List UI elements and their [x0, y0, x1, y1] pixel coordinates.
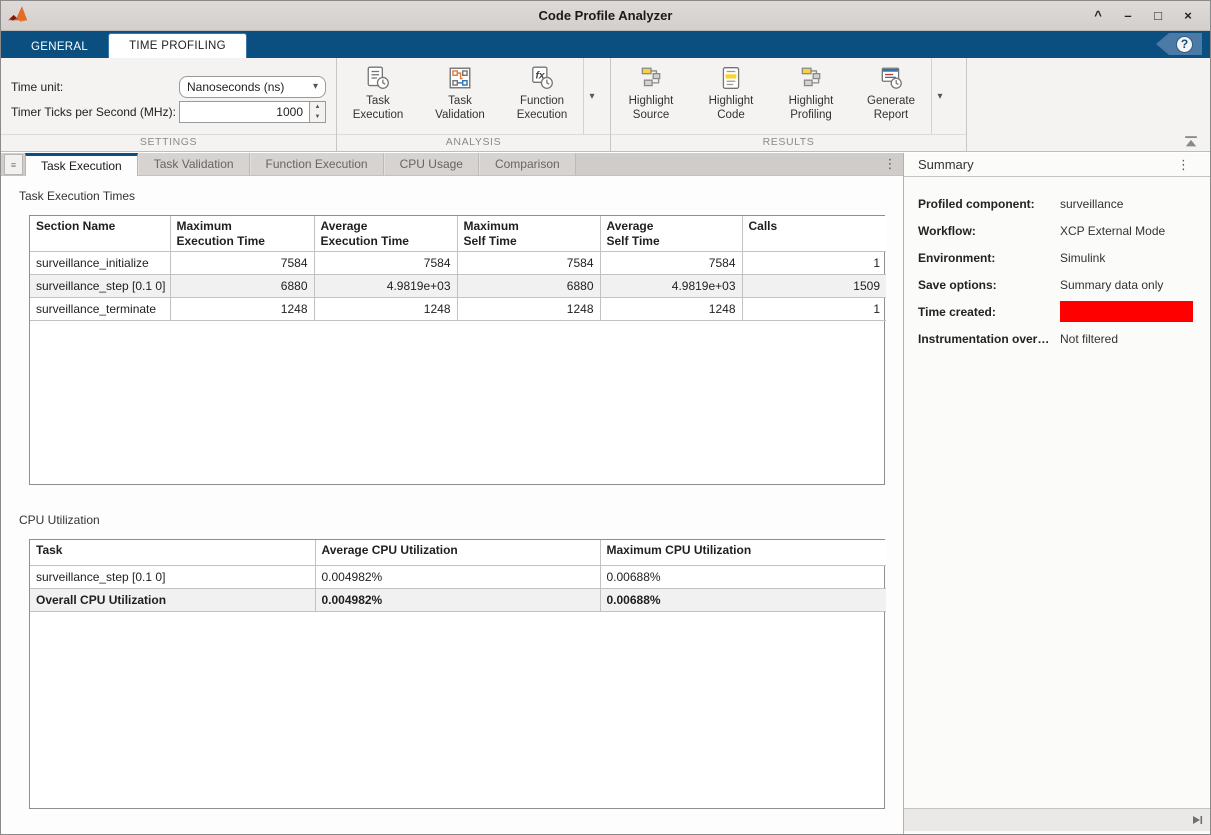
summary-panel: Summary ⋮ Profiled component: surveillan…	[904, 153, 1210, 835]
document-menu-kebab-icon[interactable]: ⋮	[877, 153, 903, 175]
task-validation-icon	[447, 65, 473, 91]
code-profile-analyzer-window: Code Profile Analyzer ^ – □ × GENERAL TI…	[0, 0, 1211, 835]
summary-field: Profiled component: surveillance	[904, 190, 1210, 217]
summary-scrollbar[interactable]	[904, 808, 1210, 831]
summary-field: Save options: Summary data only	[904, 271, 1210, 298]
tab-overflow-grip-icon[interactable]: ≡	[4, 154, 23, 175]
matlab-logo-icon	[6, 4, 33, 27]
section-results: HighlightSource HighlightCode	[611, 58, 967, 151]
task-execution-button[interactable]: TaskExecution	[337, 58, 419, 134]
expand-right-icon[interactable]	[1191, 814, 1203, 826]
highlight-code-button[interactable]: HighlightCode	[691, 58, 771, 134]
window-title: Code Profile Analyzer	[1, 8, 1210, 23]
chevron-up-icon[interactable]: ^	[1086, 5, 1110, 27]
timer-ticks-stepper: ▲ ▼	[310, 101, 326, 123]
document-tab-strip: ≡ Task Execution Task Validation Functio…	[1, 153, 903, 176]
highlight-profiling-button[interactable]: HighlightProfiling	[771, 58, 851, 134]
tab-time-profiling[interactable]: TIME PROFILING	[108, 33, 247, 58]
task-table-header-row: Section Name MaximumExecution Time Avera…	[30, 216, 886, 252]
timer-ticks-label: Timer Ticks per Second (MHz):	[11, 105, 179, 119]
task-execution-table: Section Name MaximumExecution Time Avera…	[29, 215, 885, 485]
generate-report-button[interactable]: GenerateReport	[851, 58, 931, 134]
section-analysis: TaskExecution TaskValidation	[337, 58, 611, 151]
overall-cpu-row[interactable]: Overall CPU Utilization 0.004982% 0.0068…	[30, 588, 886, 611]
chevron-down-icon: ▾	[937, 91, 942, 102]
cpu-utilization-table: Task Average CPU Utilization Maximum CPU…	[29, 539, 885, 809]
analysis-section-label: ANALYSIS	[337, 134, 610, 151]
table-row[interactable]: surveillance_initialize 7584 7584 7584 7…	[30, 252, 886, 275]
table-row[interactable]: surveillance_terminate 1248 1248 1248 12…	[30, 298, 886, 321]
task-validation-button[interactable]: TaskValidation	[419, 58, 501, 134]
analysis-gallery-arrow[interactable]: ▾	[583, 58, 600, 134]
section-settings: Time unit: Nanoseconds (ns) ▾ Timer Tick…	[1, 58, 337, 151]
doc-tab-task-validation[interactable]: Task Validation	[138, 153, 250, 175]
task-execution-icon	[365, 65, 391, 91]
doc-tab-function-execution[interactable]: Function Execution	[250, 153, 384, 175]
window-controls: ^ – □ ×	[1086, 5, 1210, 27]
spinner-down-icon[interactable]: ▼	[310, 112, 325, 122]
task-execution-times-heading: Task Execution Times	[19, 189, 903, 203]
summary-field: Environment: Simulink	[904, 244, 1210, 271]
title-bar: Code Profile Analyzer ^ – □ ×	[1, 1, 1210, 31]
summary-title: Summary	[904, 157, 974, 172]
cpu-table-header-row: Task Average CPU Utilization Maximum CPU…	[30, 540, 886, 565]
table-row[interactable]: surveillance_step [0.1 0] 0.004982% 0.00…	[30, 565, 886, 588]
highlight-source-icon	[638, 65, 664, 91]
help-button[interactable]: ?	[1156, 33, 1202, 55]
document-area: ≡ Task Execution Task Validation Functio…	[1, 153, 904, 835]
summary-field: Instrumentation over… Not filtered	[904, 325, 1210, 352]
redacted-time-created	[1060, 301, 1193, 322]
summary-field: Workflow: XCP External Mode	[904, 217, 1210, 244]
results-section-label: RESULTS	[611, 134, 966, 151]
cpu-utilization-heading: CPU Utilization	[19, 513, 903, 527]
summary-field: Time created:	[904, 298, 1210, 325]
table-row[interactable]: surveillance_step [0.1 0] 6880 4.9819e+0…	[30, 275, 886, 298]
highlight-profiling-icon	[798, 65, 824, 91]
function-execution-button[interactable]: fx FunctionExecution	[501, 58, 583, 134]
doc-tab-comparison[interactable]: Comparison	[479, 153, 576, 175]
chevron-down-icon: ▾	[313, 81, 318, 92]
ribbon-spacer	[967, 58, 1210, 151]
results-gallery-arrow[interactable]: ▾	[931, 58, 948, 134]
spinner-up-icon[interactable]: ▲	[310, 102, 325, 112]
time-unit-value: Nanoseconds (ns)	[187, 80, 284, 94]
settings-section-label: SETTINGS	[1, 134, 336, 151]
timer-ticks-input[interactable]: 1000	[179, 101, 310, 123]
time-unit-label: Time unit:	[11, 80, 179, 94]
function-execution-icon: fx	[529, 65, 555, 91]
doc-tab-task-execution[interactable]: Task Execution	[25, 153, 138, 176]
doc-tab-cpu-usage[interactable]: CPU Usage	[384, 153, 479, 175]
maximize-icon[interactable]: □	[1146, 5, 1170, 27]
time-unit-dropdown[interactable]: Nanoseconds (ns) ▾	[179, 76, 326, 98]
highlight-code-icon	[718, 65, 744, 91]
close-icon[interactable]: ×	[1176, 5, 1200, 27]
collapse-ribbon-icon[interactable]	[1184, 136, 1198, 148]
help-icon: ?	[1176, 36, 1193, 53]
tab-general[interactable]: GENERAL	[11, 35, 108, 58]
highlight-source-button[interactable]: HighlightSource	[611, 58, 691, 134]
chevron-down-icon: ▾	[589, 91, 594, 102]
generate-report-icon	[878, 65, 904, 91]
ribbon-tab-bar: GENERAL TIME PROFILING ?	[1, 31, 1210, 58]
minimize-icon[interactable]: –	[1116, 5, 1140, 27]
summary-menu-kebab-icon[interactable]: ⋮	[1177, 157, 1210, 173]
ribbon-body: Time unit: Nanoseconds (ns) ▾ Timer Tick…	[1, 58, 1210, 152]
